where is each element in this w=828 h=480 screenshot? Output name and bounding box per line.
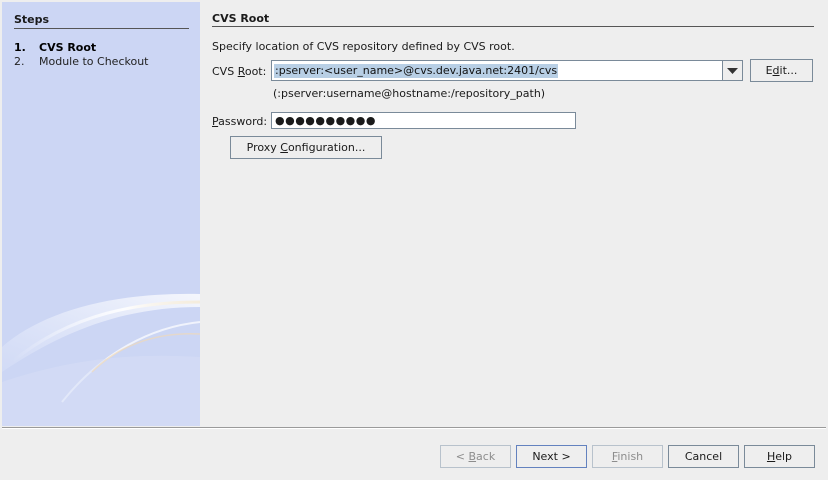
chevron-down-icon [727, 68, 738, 74]
next-button[interactable]: Next > [516, 445, 587, 468]
step-item-module-to-checkout: 2. Module to Checkout [14, 55, 149, 68]
proxy-configuration-button[interactable]: Proxy Configuration... [230, 136, 382, 159]
cvs-root-value[interactable]: :pserver:<user_name>@cvs.dev.java.net:24… [274, 64, 559, 78]
steps-title: Steps [14, 13, 50, 26]
cancel-button[interactable]: Cancel [668, 445, 739, 468]
step-label: Module to Checkout [39, 55, 149, 68]
back-button[interactable]: < Back [440, 445, 511, 468]
cvs-root-combobox[interactable]: :pserver:<user_name>@cvs.dev.java.net:24… [271, 60, 743, 81]
cvs-root-format-hint: (:pserver:username@hostname:/repository_… [273, 87, 546, 100]
password-field[interactable]: ●●●●●●●●●● [271, 112, 576, 129]
edit-button[interactable]: Edit... [750, 59, 813, 82]
password-label: Password: [212, 115, 268, 128]
cvs-root-label: CVS Root: [212, 65, 267, 78]
step-label: CVS Root [39, 41, 97, 54]
cvs-root-dropdown-button[interactable] [722, 61, 742, 80]
description-text: Specify location of CVS repository defin… [212, 40, 515, 53]
finish-button[interactable]: Finish [592, 445, 663, 468]
step-number: 2. [14, 55, 25, 68]
step-item-cvs-root: 1. CVS Root [14, 41, 96, 54]
help-button[interactable]: Help [744, 445, 815, 468]
step-number: 1. [14, 41, 26, 54]
steps-divider [14, 28, 189, 29]
title-divider [212, 26, 814, 27]
page-title: CVS Root [212, 12, 270, 25]
footer-separator [2, 427, 826, 429]
steps-panel: Steps 1. CVS Root 2. Module to Checkout [2, 2, 200, 426]
